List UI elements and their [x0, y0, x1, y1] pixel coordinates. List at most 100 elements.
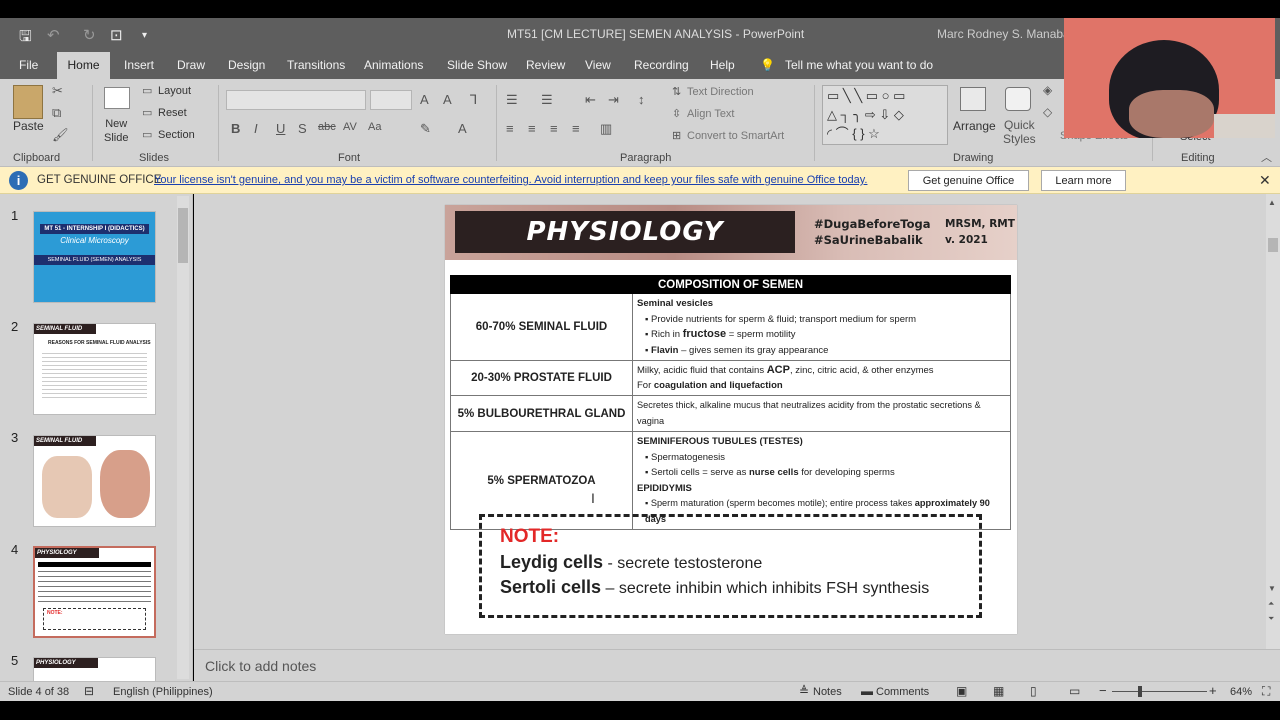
format-painter-icon[interactable]: 🖌: [52, 127, 69, 143]
shape-outline-icon[interactable]: ◇: [1043, 105, 1052, 119]
tab-review[interactable]: Review: [526, 58, 565, 72]
thumbnail-scrollbar[interactable]: [177, 196, 189, 679]
columns-icon[interactable]: ▥: [600, 121, 612, 137]
decrease-indent-icon[interactable]: ⇤: [585, 92, 596, 108]
close-icon[interactable]: ✕: [1259, 172, 1271, 189]
tab-help[interactable]: Help: [710, 58, 735, 72]
shadow-icon[interactable]: S: [298, 121, 307, 136]
char-spacing-icon[interactable]: AV: [343, 121, 357, 133]
slide-canvas[interactable]: PHYSIOLOGY #DugaBeforeToga #SaUrineBabal…: [445, 205, 1017, 634]
line-spacing-icon[interactable]: ↕: [638, 92, 645, 107]
shape-fill-icon[interactable]: ◈: [1043, 83, 1052, 97]
scroll-thumb[interactable]: [1268, 238, 1278, 252]
scroll-down-icon[interactable]: ▼: [1268, 584, 1276, 593]
slide-thumbnail-1[interactable]: MT 51 - INTERNSHIP I (DIDACTICS) Clinica…: [33, 211, 156, 303]
user-name[interactable]: Marc Rodney S. Manaban: [937, 27, 1076, 41]
zoom-level[interactable]: 64%: [1230, 686, 1252, 698]
notes-placeholder[interactable]: Click to add notes: [205, 658, 316, 674]
arrange-button[interactable]: Arrange: [953, 119, 996, 133]
zoom-in-icon[interactable]: +: [1209, 683, 1217, 698]
shapes-gallery[interactable]: ▭ ╲ ╲ ▭ ○ ▭ △ ┐ ╮ ⇨ ⇩ ◇ ◜ ⌒ { } ☆: [822, 85, 948, 145]
paste-icon[interactable]: [13, 85, 43, 119]
notes-button[interactable]: Notes: [813, 686, 842, 698]
new-slide-icon[interactable]: [104, 87, 130, 109]
undo-icon[interactable]: ↶: [47, 26, 60, 44]
tab-view[interactable]: View: [585, 58, 611, 72]
redo-icon[interactable]: ↻: [83, 26, 96, 44]
align-left-icon[interactable]: ≡: [506, 121, 514, 136]
new-slide-button[interactable]: New Slide: [104, 117, 128, 145]
comments-button[interactable]: Comments: [876, 686, 929, 698]
customize-qat-icon[interactable]: ▾: [142, 30, 147, 41]
decrease-font-icon[interactable]: A: [443, 92, 452, 107]
slide-counter[interactable]: Slide 4 of 38: [8, 686, 69, 698]
font-size-dropdown[interactable]: [370, 90, 412, 110]
justify-icon[interactable]: ≡: [572, 121, 580, 136]
underline-icon[interactable]: U: [276, 121, 285, 136]
convert-smartart-button[interactable]: Convert to SmartArt: [687, 130, 784, 142]
tab-insert[interactable]: Insert: [124, 58, 154, 72]
editor-scrollbar[interactable]: ▲ ▼ ⏶ ⏷: [1266, 194, 1280, 649]
zoom-slider[interactable]: [1112, 691, 1207, 692]
italic-icon[interactable]: I: [254, 121, 258, 136]
tab-recording[interactable]: Recording: [634, 58, 689, 72]
learn-more-button[interactable]: Learn more: [1041, 170, 1126, 191]
tab-home[interactable]: Home: [57, 52, 110, 79]
fit-slide-icon[interactable]: ⛶: [1262, 684, 1270, 699]
highlight-icon[interactable]: ✎: [420, 121, 431, 137]
bullets-icon[interactable]: ☰: [506, 92, 518, 108]
clear-format-icon[interactable]: Ꞁ: [470, 92, 477, 108]
tab-draw[interactable]: Draw: [177, 58, 205, 72]
slide-thumbnail-2[interactable]: SEMINAL FLUID REASONS FOR SEMINAL FLUID …: [33, 323, 156, 415]
scroll-thumb[interactable]: [178, 208, 188, 263]
tab-design[interactable]: Design: [228, 58, 265, 72]
increase-indent-icon[interactable]: ⇥: [608, 92, 619, 108]
slide-sorter-icon[interactable]: ▦: [993, 684, 1004, 698]
zoom-out-icon[interactable]: −: [1099, 683, 1107, 698]
arrange-icon[interactable]: [960, 87, 986, 111]
bold-icon[interactable]: B: [231, 121, 240, 136]
align-text-button[interactable]: Align Text: [687, 108, 735, 120]
strikethrough-icon[interactable]: abc: [318, 121, 336, 133]
tell-me-search[interactable]: Tell me what you want to do: [785, 58, 933, 72]
section-button[interactable]: Section: [158, 129, 195, 141]
scroll-up-icon[interactable]: ▲: [1268, 198, 1276, 207]
align-center-icon[interactable]: ≡: [528, 121, 536, 136]
font-family-dropdown[interactable]: [226, 90, 366, 110]
reading-view-icon[interactable]: ▯: [1030, 684, 1037, 698]
numbering-icon[interactable]: ☰: [541, 92, 553, 108]
tab-file[interactable]: File: [19, 58, 38, 72]
quick-styles-icon[interactable]: [1005, 87, 1031, 111]
save-icon[interactable]: 🖫: [19, 26, 32, 51]
normal-view-icon[interactable]: ▣: [956, 684, 967, 698]
quick-styles-button[interactable]: Quick Styles: [1003, 118, 1036, 146]
notes-pane[interactable]: Click to add notes: [194, 649, 1280, 681]
collapse-ribbon-icon[interactable]: ︿: [1261, 149, 1272, 165]
cut-icon[interactable]: ✂: [52, 83, 63, 99]
reset-button[interactable]: Reset: [158, 107, 187, 119]
present-icon[interactable]: ⊡: [110, 26, 123, 44]
tab-animations[interactable]: Animations: [364, 58, 423, 72]
align-right-icon[interactable]: ≡: [550, 121, 558, 136]
zoom-slider-thumb[interactable]: [1138, 686, 1142, 697]
banner-message-link[interactable]: Your license isn't genuine, and you may …: [154, 174, 867, 186]
thumb-number: 5: [11, 653, 19, 668]
accessibility-icon[interactable]: ⊟: [84, 684, 94, 698]
language-indicator[interactable]: English (Philippines): [113, 686, 213, 698]
tab-slide-show[interactable]: Slide Show: [447, 58, 507, 72]
text-direction-button[interactable]: Text Direction: [687, 86, 754, 98]
copy-icon[interactable]: ⧉: [52, 105, 61, 121]
layout-button[interactable]: Layout: [158, 85, 191, 97]
slide-thumbnail-5[interactable]: PHYSIOLOGY: [33, 657, 156, 681]
next-slide-icon[interactable]: ⏷: [1268, 614, 1274, 624]
get-genuine-office-button[interactable]: Get genuine Office: [908, 170, 1029, 191]
increase-font-icon[interactable]: A: [420, 92, 429, 107]
tab-transitions[interactable]: Transitions: [287, 58, 345, 72]
font-color-icon[interactable]: A: [458, 121, 467, 136]
previous-slide-icon[interactable]: ⏶: [1268, 599, 1274, 609]
change-case-icon[interactable]: Aa: [368, 121, 381, 133]
slide-thumbnail-4-selected[interactable]: PHYSIOLOGY NOTE:: [33, 546, 156, 638]
slideshow-icon[interactable]: ▭: [1069, 684, 1080, 698]
slide-thumbnail-3[interactable]: SEMINAL FLUID: [33, 435, 156, 527]
paste-button[interactable]: Paste: [13, 119, 44, 133]
